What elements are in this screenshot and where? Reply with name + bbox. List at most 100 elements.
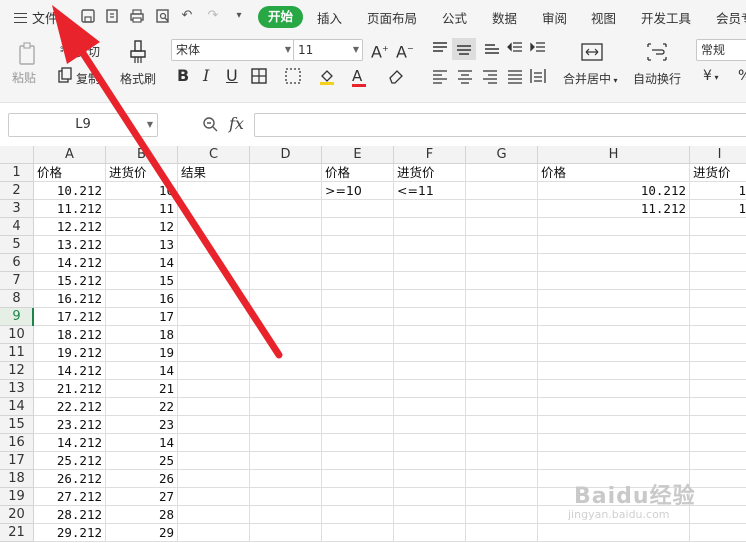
cell-c7[interactable] — [178, 272, 250, 290]
cell-d17[interactable] — [250, 452, 322, 470]
cell-f8[interactable] — [394, 290, 466, 308]
cell-e19[interactable] — [322, 488, 394, 506]
decrease-indent-icon[interactable] — [507, 40, 523, 60]
cell-g19[interactable] — [466, 488, 538, 506]
cell-c1[interactable]: 结果 — [178, 164, 250, 182]
cell-e20[interactable] — [322, 506, 394, 524]
cell-f14[interactable] — [394, 398, 466, 416]
cell-c19[interactable] — [178, 488, 250, 506]
cell-b14[interactable]: 22 — [106, 398, 178, 416]
cell-c12[interactable] — [178, 362, 250, 380]
cell-b3[interactable]: 11 — [106, 200, 178, 218]
cell-c4[interactable] — [178, 218, 250, 236]
cell-h12[interactable] — [538, 362, 690, 380]
cell-f12[interactable] — [394, 362, 466, 380]
row-header[interactable]: 4 — [0, 218, 34, 236]
cell-i13[interactable] — [690, 380, 746, 398]
cell-g15[interactable] — [466, 416, 538, 434]
tab-view[interactable]: 视图 — [591, 8, 616, 27]
tab-developer[interactable]: 开发工具 — [641, 8, 691, 27]
cell-g20[interactable] — [466, 506, 538, 524]
cell-i4[interactable] — [690, 218, 746, 236]
cell-a11[interactable]: 19.212 — [34, 344, 106, 362]
cell-b11[interactable]: 19 — [106, 344, 178, 362]
cell-i1[interactable]: 进货价 — [690, 164, 746, 182]
cell-f3[interactable] — [394, 200, 466, 218]
tab-member[interactable]: 会员专 — [716, 8, 746, 27]
cell-c3[interactable] — [178, 200, 250, 218]
export-pdf-icon[interactable] — [104, 8, 120, 24]
cell-e18[interactable] — [322, 470, 394, 488]
cell-g2[interactable] — [466, 182, 538, 200]
cell-c16[interactable] — [178, 434, 250, 452]
cell-c20[interactable] — [178, 506, 250, 524]
cell-g11[interactable] — [466, 344, 538, 362]
cell-d13[interactable] — [250, 380, 322, 398]
row-header[interactable]: 15 — [0, 416, 34, 434]
cell-i12[interactable] — [690, 362, 746, 380]
cell-f18[interactable] — [394, 470, 466, 488]
cell-d14[interactable] — [250, 398, 322, 416]
cell-i20[interactable] — [690, 506, 746, 524]
row-header[interactable]: 5 — [0, 236, 34, 254]
cell-b8[interactable]: 16 — [106, 290, 178, 308]
cell-i17[interactable] — [690, 452, 746, 470]
cell-f15[interactable] — [394, 416, 466, 434]
cell-f13[interactable] — [394, 380, 466, 398]
increase-font-icon[interactable]: A+ — [371, 40, 389, 61]
borders-icon[interactable] — [250, 67, 268, 89]
cell-d15[interactable] — [250, 416, 322, 434]
column-header-h[interactable]: H — [538, 146, 690, 164]
cell-h2[interactable]: 10.212 — [538, 182, 690, 200]
column-header-c[interactable]: C — [178, 146, 250, 164]
cell-e7[interactable] — [322, 272, 394, 290]
cell-a4[interactable]: 12.212 — [34, 218, 106, 236]
cell-f21[interactable] — [394, 524, 466, 542]
cell-g18[interactable] — [466, 470, 538, 488]
cell-d8[interactable] — [250, 290, 322, 308]
align-right-icon[interactable] — [482, 68, 498, 88]
cell-d9[interactable] — [250, 308, 322, 326]
cell-b13[interactable]: 21 — [106, 380, 178, 398]
cell-d12[interactable] — [250, 362, 322, 380]
cell-h16[interactable] — [538, 434, 690, 452]
cell-c11[interactable] — [178, 344, 250, 362]
row-header[interactable]: 21 — [0, 524, 34, 542]
wrap-text-icon[interactable] — [646, 42, 668, 66]
cell-f6[interactable] — [394, 254, 466, 272]
bold-icon[interactable]: B — [177, 67, 189, 85]
cell-f5[interactable] — [394, 236, 466, 254]
cell-b20[interactable]: 28 — [106, 506, 178, 524]
cell-a10[interactable]: 18.212 — [34, 326, 106, 344]
cell-b10[interactable]: 18 — [106, 326, 178, 344]
customize-dropdown-icon[interactable]: ▾ — [231, 8, 247, 24]
cell-e14[interactable] — [322, 398, 394, 416]
zoom-formula-icon[interactable] — [202, 116, 218, 136]
cell-f9[interactable] — [394, 308, 466, 326]
cell-a15[interactable]: 23.212 — [34, 416, 106, 434]
cell-b7[interactable]: 15 — [106, 272, 178, 290]
cell-f10[interactable] — [394, 326, 466, 344]
align-middle-icon[interactable] — [452, 38, 476, 60]
cell-e2[interactable]: >=10 — [322, 182, 394, 200]
cell-b16[interactable]: 14 — [106, 434, 178, 452]
eraser-icon[interactable] — [387, 67, 405, 89]
cell-a2[interactable]: 10.212 — [34, 182, 106, 200]
cell-a9[interactable]: 17.212 — [34, 308, 106, 326]
cell-b6[interactable]: 14 — [106, 254, 178, 272]
column-header-g[interactable]: G — [466, 146, 538, 164]
cell-d11[interactable] — [250, 344, 322, 362]
cell-h5[interactable] — [538, 236, 690, 254]
cell-h14[interactable] — [538, 398, 690, 416]
cell-a16[interactable]: 14.212 — [34, 434, 106, 452]
tab-data[interactable]: 数据 — [492, 8, 517, 27]
cell-d19[interactable] — [250, 488, 322, 506]
decrease-font-icon[interactable]: A− — [396, 40, 414, 61]
cell-g13[interactable] — [466, 380, 538, 398]
distributed-align-icon[interactable] — [530, 68, 546, 88]
cell-b12[interactable]: 14 — [106, 362, 178, 380]
cell-h4[interactable] — [538, 218, 690, 236]
scissors-icon[interactable]: ✂ — [60, 42, 71, 60]
cell-b15[interactable]: 23 — [106, 416, 178, 434]
cell-e10[interactable] — [322, 326, 394, 344]
